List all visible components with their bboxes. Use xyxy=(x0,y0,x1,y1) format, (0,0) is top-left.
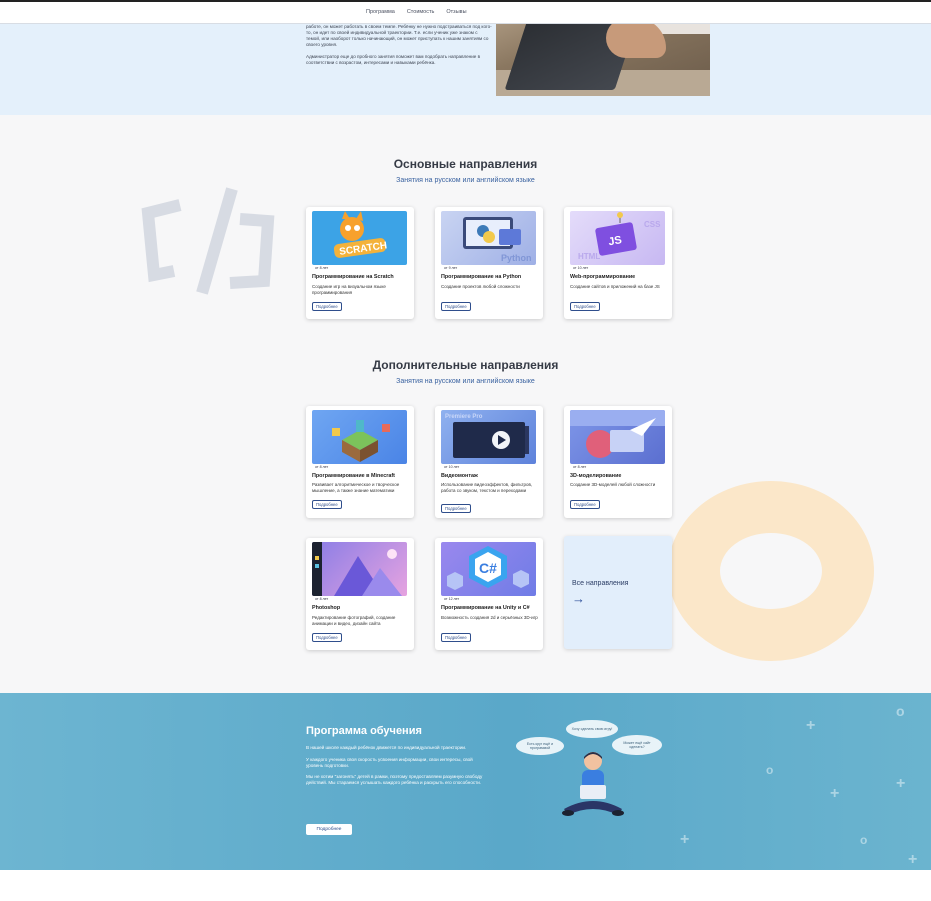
ring-decoration xyxy=(668,481,874,661)
minecraft-thumbnail xyxy=(312,410,407,464)
course-card-3d[interactable]: от 8 лет 3D-моделирование Создание 3D-мо… xyxy=(564,406,672,518)
course-card-video[interactable]: Premiere Pro от 10 лет Видеомонтаж Испол… xyxy=(435,406,543,518)
course-card-python[interactable]: Python от 9 лет Программирование на Pyth… xyxy=(435,207,543,319)
nav-item-reviews[interactable]: Отзывы xyxy=(446,9,466,15)
course-title: Программирование на Scratch xyxy=(312,274,394,280)
age-badge: от 8 лет xyxy=(570,464,590,470)
program-title: Программа обучения xyxy=(306,725,422,737)
age-badge: от 9 лет xyxy=(441,265,461,271)
python-thumbnail: Python xyxy=(441,211,536,265)
program-paragraph: Мы не хотим "загонять" детей в рамки, по… xyxy=(306,774,483,786)
details-button[interactable]: Подробнее xyxy=(312,302,342,311)
program-details-button[interactable]: Подробнее xyxy=(306,824,352,835)
svg-text:Premiere Pro: Premiere Pro xyxy=(445,414,483,420)
course-title: Программирование на Python xyxy=(441,274,522,280)
age-badge: от 10 лет xyxy=(441,464,463,470)
details-button[interactable]: Подробнее xyxy=(441,302,471,311)
cross-decoration-icon: + xyxy=(680,831,690,848)
details-button[interactable]: Подробнее xyxy=(441,504,471,513)
speech-bubble: Хочу сделать свою игру! xyxy=(566,720,618,738)
hero-text: работе, он может работать в своем темпе.… xyxy=(306,24,492,72)
circle-decoration-icon: o xyxy=(896,703,905,719)
main-directions-subtitle: Занятия на русском или английском языке xyxy=(396,177,535,184)
course-card-scratch[interactable]: SCRATCH от 8 лет Программирование на Scr… xyxy=(306,207,414,319)
age-badge: от 10 лет xyxy=(570,265,592,271)
student-illustration xyxy=(562,752,624,816)
course-desc: Использование видеоэффектов, фильтров, р… xyxy=(441,482,533,493)
svg-text:CSS: CSS xyxy=(644,220,661,229)
hero-paragraph: Администратор еще до пробного занятия по… xyxy=(306,54,481,65)
cross-decoration-icon: + xyxy=(830,785,840,802)
scratch-thumbnail: SCRATCH xyxy=(312,211,407,265)
nav-item-program[interactable]: Программа xyxy=(366,9,395,15)
course-desc: Развивает алгоритмическое и творческое м… xyxy=(312,482,400,493)
cross-decoration-icon: + xyxy=(908,851,918,868)
js-thumbnail: CSS HTML JS xyxy=(570,211,665,265)
3d-thumbnail xyxy=(570,410,665,464)
course-title: Photoshop xyxy=(312,605,341,611)
course-title: Программирование в Minecraft xyxy=(312,473,395,479)
all-directions-card[interactable]: Все направления → xyxy=(564,536,672,649)
course-desc: Создание проектов любой сложности xyxy=(441,284,520,289)
svg-text:Python: Python xyxy=(501,253,532,263)
program-section: o + o + + + + o Программа обучения В наш… xyxy=(0,693,931,870)
hero-paragraph: работе, он может работать в своем темпе.… xyxy=(306,24,492,47)
nav-item-price[interactable]: Стоимость xyxy=(407,9,435,15)
age-badge: от 8 лет xyxy=(312,596,332,602)
course-card-unity[interactable]: C# от 12 лет Программирование на Unity и… xyxy=(435,538,543,650)
age-badge: от 8 лет xyxy=(312,265,332,271)
course-card-minecraft[interactable]: от 8 лет Программирование в Minecraft Ра… xyxy=(306,406,414,518)
course-title: Web-программирование xyxy=(570,274,636,280)
course-title: Видеомонтаж xyxy=(441,473,478,479)
course-desc: Редактирование фотографий, создание аним… xyxy=(312,615,396,626)
course-desc: Создание игр на визуальном языке програм… xyxy=(312,284,386,295)
extra-directions-subtitle: Занятия на русском или английском языке xyxy=(396,378,535,385)
unity-thumbnail: C# xyxy=(441,542,536,596)
details-button[interactable]: Подробнее xyxy=(570,302,600,311)
details-button[interactable]: Подробнее xyxy=(441,633,471,642)
top-nav: Программа Стоимость Отзывы xyxy=(0,0,931,24)
code-brackets-icon xyxy=(141,187,275,295)
course-desc: Создание 3D-моделей любой сложности xyxy=(570,482,656,487)
video-thumbnail: Premiere Pro xyxy=(441,410,536,464)
main-directions-title: Основные направления xyxy=(393,157,538,171)
course-desc: Возможность создания 2d и серьёзных 3D-и… xyxy=(441,615,538,620)
arrow-right-icon: → xyxy=(572,591,585,606)
course-title: 3D-моделирование xyxy=(570,473,622,479)
circle-decoration-icon: o xyxy=(860,833,868,847)
program-paragraph: У каждого ученика своя скорость усвоения… xyxy=(306,756,473,768)
course-card-web[interactable]: CSS HTML JS от 10 лет Web-программирован… xyxy=(564,207,672,319)
course-title: Программирование на Unity и C# xyxy=(441,605,530,611)
cross-decoration-icon: + xyxy=(806,717,816,734)
photoshop-thumbnail xyxy=(312,542,407,596)
details-button[interactable]: Подробнее xyxy=(570,500,600,509)
program-paragraph: В нашей школе каждый ребёнок движется по… xyxy=(306,745,467,750)
svg-text:HTML: HTML xyxy=(578,252,600,261)
circle-decoration-icon: o xyxy=(766,763,774,777)
course-card-photoshop[interactable]: от 8 лет Photoshop Редактирование фотогр… xyxy=(306,538,414,650)
all-directions-label: Все направления xyxy=(572,580,629,587)
details-button[interactable]: Подробнее xyxy=(312,633,342,642)
svg-text:JS: JS xyxy=(607,234,622,248)
age-badge: от 12 лет xyxy=(441,596,463,602)
page: работе, он может работать в своем темпе.… xyxy=(0,0,931,901)
course-desc: Создание сайтов и приложений на базе JS xyxy=(570,284,660,289)
cross-decoration-icon: + xyxy=(896,775,906,792)
svg-text:C#: C# xyxy=(479,560,497,576)
details-button[interactable]: Подробнее xyxy=(312,500,342,509)
directions-section: Основные направления Занятия на русском … xyxy=(0,115,931,693)
footer-gap xyxy=(0,870,931,901)
extra-directions-title: Дополнительные направления xyxy=(372,358,559,372)
program-text: В нашей школе каждый ребёнок движется по… xyxy=(306,745,486,792)
age-badge: от 8 лет xyxy=(312,464,332,470)
